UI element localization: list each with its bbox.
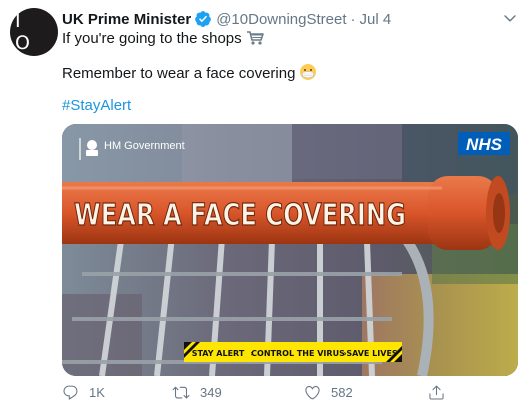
- media-headline: WEAR A FACE COVERING: [74, 198, 406, 233]
- reply-button[interactable]: 1K: [62, 384, 105, 401]
- hashtag-link[interactable]: #StayAlert: [62, 96, 131, 116]
- chevron-down-icon[interactable]: [502, 10, 518, 26]
- banner-text-3: SAVE LIVES: [346, 349, 398, 358]
- gov-label: HM Government: [104, 140, 185, 152]
- retweet-count: 349: [200, 385, 222, 400]
- tweet-text: Remember to wear a face covering: [62, 65, 296, 82]
- nhs-label: NHS: [466, 135, 503, 154]
- like-count: 582: [331, 385, 353, 400]
- account-name[interactable]: UK Prime Minister: [62, 11, 191, 28]
- tweet-actions: 1K 349 582: [62, 384, 522, 402]
- media-artwork: HM Government NHS WEAR A FACE COVERING S…: [62, 124, 518, 376]
- tweet-text-line2: Remember to wear a face covering: [62, 63, 317, 84]
- face-mask-emoji: [300, 64, 317, 80]
- share-icon: [429, 385, 444, 400]
- heart-icon: [305, 385, 320, 400]
- reply-count: 1K: [89, 385, 105, 400]
- tweet-text: If you're going to the shops: [62, 30, 242, 47]
- like-button[interactable]: 582: [304, 384, 353, 401]
- share-button[interactable]: [428, 384, 455, 401]
- tweet-date[interactable]: Jul 4: [360, 11, 392, 28]
- banner-text-1: STAY ALERT: [192, 349, 245, 358]
- avatar-text: I O: [15, 10, 36, 54]
- tweet[interactable]: I O UK Prime Minister @10DowningStreet ·…: [0, 0, 526, 403]
- tweet-text-line1: If you're going to the shops: [62, 29, 264, 49]
- tweet-media-image[interactable]: HM Government NHS WEAR A FACE COVERING S…: [62, 124, 518, 376]
- retweet-button[interactable]: 349: [172, 384, 222, 401]
- avatar[interactable]: I O: [10, 8, 58, 56]
- separator-dot: ·: [350, 10, 356, 28]
- verified-badge-icon: [195, 11, 212, 27]
- shopping-cart-icon: [246, 31, 264, 45]
- reply-icon: [63, 385, 78, 400]
- tweet-header: UK Prime Minister @10DowningStreet · Jul…: [62, 9, 391, 29]
- account-handle[interactable]: @10DowningStreet: [216, 11, 346, 28]
- retweet-icon: [172, 386, 190, 399]
- banner-text-2: CONTROL THE VIRUS: [251, 349, 345, 358]
